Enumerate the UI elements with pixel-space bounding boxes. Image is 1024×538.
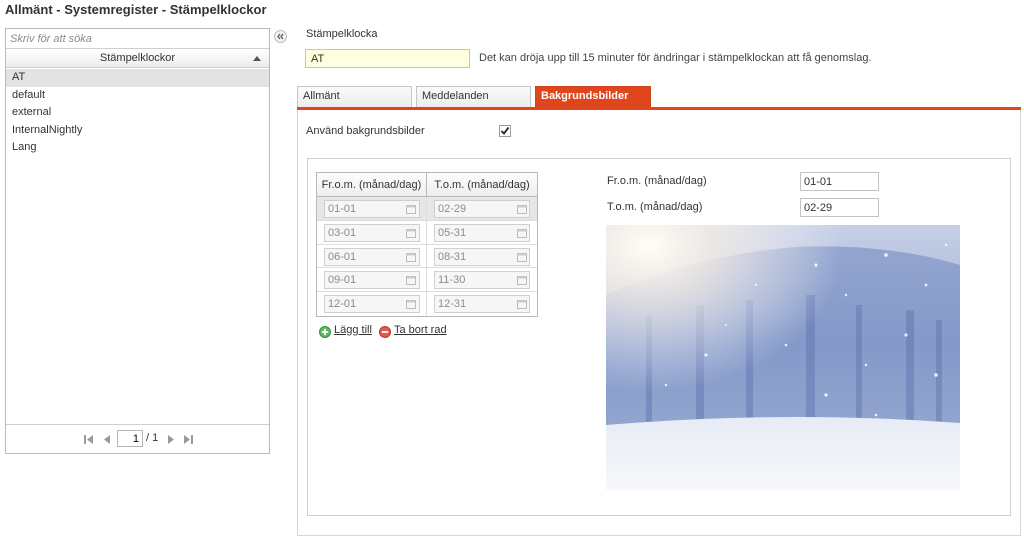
column-header-to[interactable]: T.o.m. (månad/dag) (427, 173, 537, 197)
calendar-icon[interactable] (517, 275, 527, 286)
table-row[interactable] (317, 244, 537, 269)
clock-list: AT default external InternalNightly Lang (6, 69, 269, 157)
use-backgrounds-label: Använd bakgrundsbilder (306, 125, 425, 137)
list-item[interactable]: Lang (6, 139, 269, 157)
pager: / 1 (6, 424, 269, 453)
to-date-input[interactable] (434, 295, 530, 314)
clock-list-panel: Stämpelklockor AT default external Inter… (5, 28, 270, 454)
last-page-icon[interactable] (183, 434, 193, 445)
clock-name-input[interactable] (305, 49, 470, 68)
page-title: Allmänt - Systemregister - Stämpelklocko… (5, 2, 267, 17)
double-chevron-left-icon (277, 33, 284, 40)
checkmark-icon (500, 126, 510, 135)
list-item[interactable]: InternalNightly (6, 122, 269, 140)
table-row[interactable] (317, 292, 537, 316)
tab-bakgrundsbilder[interactable]: Bakgrundsbilder (535, 86, 651, 108)
table-row[interactable] (317, 220, 537, 245)
search-input[interactable] (6, 29, 269, 49)
detail-to-label: T.o.m. (månad/dag) (607, 201, 703, 213)
tab-meddelanden[interactable]: Meddelanden (416, 86, 531, 108)
collapse-panel-button[interactable] (274, 30, 287, 43)
to-date-input[interactable] (434, 200, 530, 218)
calendar-icon[interactable] (517, 299, 527, 310)
add-icon[interactable] (319, 326, 331, 338)
page-number-input[interactable] (117, 430, 143, 447)
list-column-header[interactable]: Stämpelklockor (6, 49, 269, 68)
period-table: Fr.o.m. (månad/dag) T.o.m. (månad/dag) (316, 172, 538, 317)
remove-row-link[interactable]: Ta bort rad (394, 324, 447, 336)
detail-from-input[interactable] (800, 172, 879, 191)
remove-icon[interactable] (379, 326, 391, 338)
next-page-icon[interactable] (166, 434, 176, 445)
list-header-label: Stämpelklockor (99, 52, 176, 64)
previous-page-icon[interactable] (102, 434, 112, 445)
to-date-input[interactable] (434, 271, 530, 290)
calendar-icon[interactable] (517, 252, 527, 262)
use-backgrounds-checkbox[interactable] (499, 125, 511, 137)
list-item[interactable]: AT (6, 69, 269, 87)
to-date-input[interactable] (434, 223, 530, 242)
list-item[interactable]: external (6, 104, 269, 122)
calendar-icon[interactable] (517, 204, 527, 214)
table-row[interactable] (317, 197, 537, 221)
first-page-icon[interactable] (84, 434, 94, 445)
calendar-icon[interactable] (406, 204, 416, 214)
calendar-icon[interactable] (406, 252, 416, 262)
period-table-header: Fr.o.m. (månad/dag) T.o.m. (månad/dag) (317, 173, 537, 197)
table-row[interactable] (317, 268, 537, 293)
page-total: / 1 (146, 432, 159, 444)
calendar-icon[interactable] (406, 228, 416, 238)
add-row-link[interactable]: Lägg till (334, 324, 372, 336)
calendar-icon[interactable] (406, 275, 416, 286)
background-image-preview (606, 225, 960, 490)
calendar-icon[interactable] (517, 228, 527, 238)
column-header-from[interactable]: Fr.o.m. (månad/dag) (317, 173, 427, 197)
calendar-icon[interactable] (406, 299, 416, 310)
clock-name-label: Stämpelklocka (306, 28, 378, 40)
to-date-input[interactable] (434, 247, 530, 266)
tab-allmant[interactable]: Allmänt (297, 86, 412, 108)
detail-to-input[interactable] (800, 198, 879, 217)
detail-from-label: Fr.o.m. (månad/dag) (607, 175, 707, 187)
sort-ascending-icon (253, 56, 261, 61)
list-item[interactable]: default (6, 87, 269, 105)
update-notice: Det kan dröja upp till 15 minuter för än… (479, 52, 872, 64)
